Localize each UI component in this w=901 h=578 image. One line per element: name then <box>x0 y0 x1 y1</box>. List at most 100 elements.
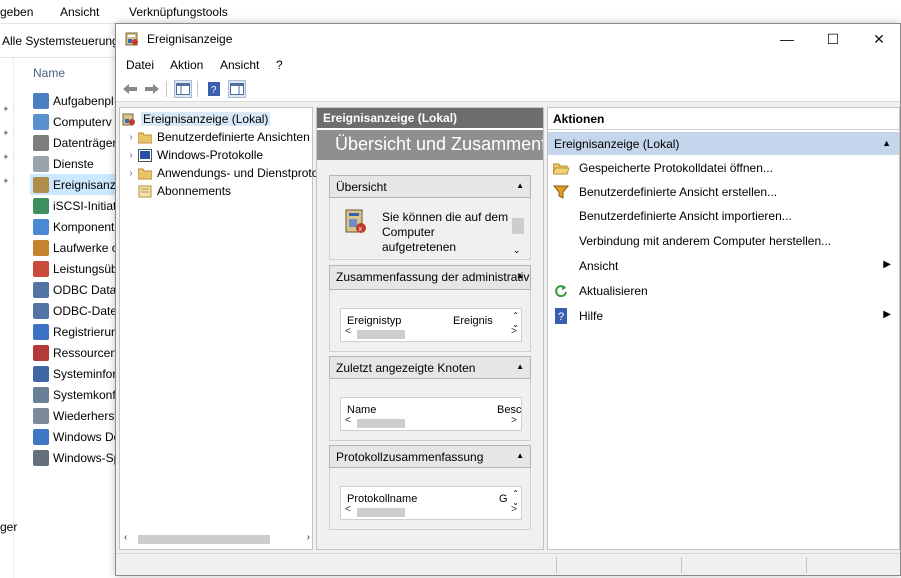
column-header[interactable]: Besc <box>497 404 521 416</box>
tree-item-root[interactable]: Ereignisanzeige (Lokal) <box>122 110 271 128</box>
scroll-down-icon[interactable]: ⌄ <box>513 245 521 256</box>
background-list-item[interactable]: ODBC Data <box>30 279 120 300</box>
expand-chevron-icon[interactable]: › <box>124 150 138 161</box>
action-label: Aktualisieren <box>579 284 648 298</box>
submenu-arrow-icon: ▶ <box>883 259 891 270</box>
action-help[interactable]: ? Hilfe ▶ <box>548 305 899 327</box>
admin-tool-icon <box>33 239 49 256</box>
actions-header: Aktionen <box>548 108 899 130</box>
tree-item-app-service-logs[interactable]: › Anwendungs- und Dienstprotokolle <box>124 164 343 182</box>
scroll-right-icon[interactable]: › <box>307 532 310 543</box>
menu-datei[interactable]: Datei <box>126 58 154 72</box>
collapse-caret-icon[interactable]: ▲ <box>882 138 891 148</box>
scroll-thumb[interactable] <box>357 508 405 517</box>
scroll-left-icon[interactable]: < <box>345 326 351 337</box>
background-list-item[interactable]: Aufgabenpl <box>30 90 120 111</box>
scroll-left-icon[interactable]: < <box>345 504 351 515</box>
scroll-left-icon[interactable]: ‹ <box>124 532 127 543</box>
background-list-item[interactable]: Komponent <box>30 216 120 237</box>
background-list-item[interactable]: Leistungsüb <box>30 258 120 279</box>
tree-item-windows-logs[interactable]: › Windows-Protokolle <box>124 146 263 164</box>
section-summary-header[interactable]: Zusammenfassung der administrativen Erei… <box>329 265 531 290</box>
collapse-caret-icon[interactable]: ▲ <box>516 362 524 371</box>
submenu-arrow-icon: ▶ <box>883 309 891 320</box>
tree-horizontal-scrollbar[interactable]: ‹ › <box>124 532 310 546</box>
close-button[interactable]: ✕ <box>856 24 901 54</box>
scroll-left-icon[interactable]: < <box>345 415 351 426</box>
action-connect-computer[interactable]: Verbindung mit anderem Computer herstell… <box>548 230 899 252</box>
background-list-item[interactable]: Wiederherst <box>30 405 120 426</box>
action-pane-button[interactable] <box>228 80 246 98</box>
actions-group-header[interactable]: Ereignisanzeige (Lokal) ▲ <box>548 132 899 155</box>
svg-text:?: ? <box>558 311 564 323</box>
expand-chevron-icon[interactable]: › <box>124 132 138 143</box>
help-book-icon: ? <box>208 82 220 96</box>
grid-horizontal-scrollbar[interactable]: < > <box>345 326 517 339</box>
background-list-item[interactable]: Systeminfor <box>30 363 120 384</box>
background-list-item[interactable]: iSCSI-Initiat <box>30 195 120 216</box>
scroll-thumb[interactable] <box>357 330 405 339</box>
scroll-right-icon[interactable]: > <box>511 415 517 426</box>
ribbon-tab-geben[interactable]: geben <box>0 5 33 19</box>
tree-item-custom-views[interactable]: › Benutzerdefinierte Ansichten <box>124 128 309 146</box>
ribbon-tab-ansicht[interactable]: Ansicht <box>60 5 99 19</box>
background-list-item[interactable]: Computerv <box>30 111 120 132</box>
column-header[interactable]: Name <box>347 404 376 416</box>
background-list-item[interactable]: Windows-Sp <box>30 447 120 468</box>
grid-horizontal-scrollbar[interactable]: < > <box>345 504 517 517</box>
action-view[interactable]: Ansicht ▶ <box>548 255 899 277</box>
collapse-caret-icon[interactable]: ▲ <box>516 181 524 190</box>
menu-bar: Datei Aktion Ansicht ? <box>116 54 900 76</box>
scroll-thumb[interactable] <box>357 419 405 428</box>
collapse-caret-icon[interactable]: ▲ <box>516 271 524 280</box>
maximize-button[interactable]: ☐ <box>810 24 856 54</box>
title-bar[interactable]: Ereignisanzeige — ☐ ✕ <box>116 24 900 54</box>
logsummary-grid: Protokollname G ⌃ ⌄ < > <box>340 486 522 520</box>
column-header-name[interactable]: Name <box>33 66 65 80</box>
back-button[interactable] <box>121 80 139 98</box>
section-overview-header[interactable]: Übersicht ▲ <box>329 175 531 198</box>
background-list-item[interactable]: Windows Do <box>30 426 120 447</box>
forward-arrow-icon <box>145 84 159 94</box>
scroll-right-icon[interactable]: > <box>511 504 517 515</box>
background-address-bar[interactable]: Alle Systemsteuerung <box>0 24 120 58</box>
expand-chevron-icon[interactable]: › <box>124 168 138 179</box>
scroll-thumb[interactable] <box>512 218 524 234</box>
action-refresh[interactable]: Aktualisieren <box>548 280 899 302</box>
console-tree: Ereignisanzeige (Lokal) › Benutzerdefini… <box>119 107 343 550</box>
tree-item-subscriptions[interactable]: Abonnements <box>124 182 231 200</box>
background-list-item[interactable]: Ressourcen <box>30 342 120 363</box>
overview-vertical-scrollbar[interactable]: ⌄ <box>512 204 524 256</box>
console-tree-button[interactable] <box>174 80 192 98</box>
column-header[interactable]: Ereignistyp <box>347 315 401 327</box>
column-header[interactable]: G <box>499 493 508 505</box>
help-toolbar-button[interactable]: ? <box>205 80 223 98</box>
background-list-item[interactable]: Dienste <box>30 153 120 174</box>
menu-aktion[interactable]: Aktion <box>170 58 203 72</box>
background-list-item[interactable]: Systemkonf <box>30 384 120 405</box>
tree-root-label: Ereignisanzeige (Lokal) <box>141 112 271 126</box>
column-header[interactable]: Ereignis <box>453 315 493 327</box>
background-list-item[interactable]: Datenträger <box>30 132 120 153</box>
background-list-item[interactable]: Laufwerke o <box>30 237 120 258</box>
scroll-thumb[interactable] <box>138 535 270 544</box>
minimize-button[interactable]: — <box>764 24 810 54</box>
collapse-caret-icon[interactable]: ▲ <box>516 451 524 460</box>
section-recent-header[interactable]: Zuletzt angezeigte Knoten ▲ <box>329 356 531 379</box>
list-item-label: Laufwerke o <box>53 240 119 255</box>
background-list-item[interactable]: Ereignisanze <box>30 174 120 195</box>
background-list-item[interactable]: Registrierun <box>30 321 120 342</box>
forward-button[interactable] <box>143 80 161 98</box>
pin-icon: ✦ <box>2 176 10 186</box>
menu-help[interactable]: ? <box>276 58 283 72</box>
scroll-right-icon[interactable]: > <box>511 326 517 337</box>
action-open-saved-log[interactable]: Gespeicherte Protokolldatei öffnen... <box>548 157 899 179</box>
menu-ansicht[interactable]: Ansicht <box>220 58 259 72</box>
ribbon-tab-verknuepfungstools[interactable]: Verknüpfungstools <box>129 5 228 19</box>
background-list-item[interactable]: ODBC-Date <box>30 300 120 321</box>
grid-horizontal-scrollbar[interactable]: < > <box>345 415 517 428</box>
action-import-custom-view[interactable]: Benutzerdefinierte Ansicht importieren..… <box>548 205 899 227</box>
column-header[interactable]: Protokollname <box>347 493 417 505</box>
section-logsummary-header[interactable]: Protokollzusammenfassung ▲ <box>329 445 531 468</box>
action-create-custom-view[interactable]: Benutzerdefinierte Ansicht erstellen... <box>548 181 899 203</box>
